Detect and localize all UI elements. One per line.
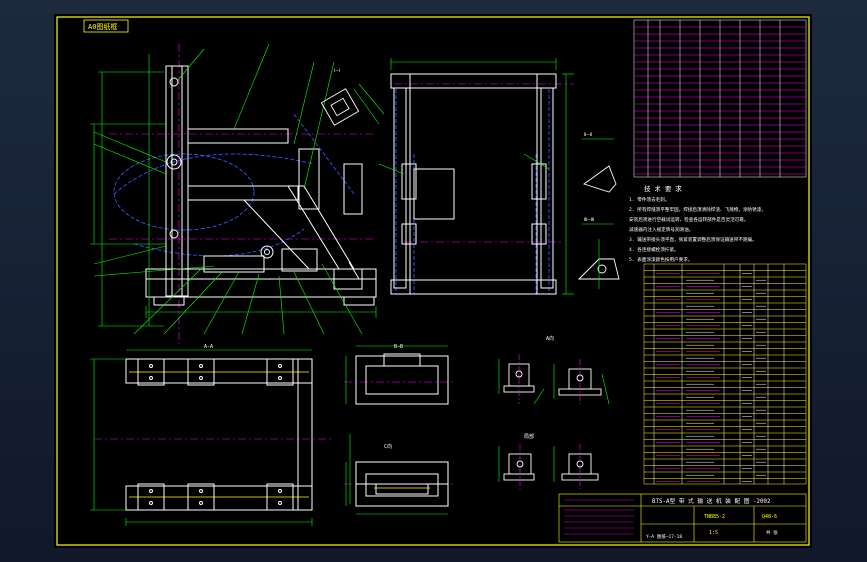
notes-title: 技 术 要 求 (644, 184, 682, 193)
sheet-frame (56, 16, 810, 546)
drawing-sheet: A0图纸框 技 术 要 求 1. 零件须去毛刺。 2. 所有焊缝须平整牢固，焊接… (54, 14, 812, 548)
sheet-tag-label: A0图纸框 (88, 22, 117, 31)
assembly-drawing: A0图纸框 技 术 要 求 1. 零件须去毛刺。 2. 所有焊缝须平整牢固，焊接… (56, 16, 810, 546)
note-line: 3. 输送带接头须平直，张紧装置调整后须保证输送带不跑偏。 (629, 236, 757, 243)
parts-list (643, 263, 807, 485)
material-code: TNB85-2 (704, 514, 725, 520)
view-labels: Ⅰ—Ⅰ Ⅱ—Ⅱ Ⅲ—Ⅲ A-A B-B A向 C向 局部 (204, 68, 594, 450)
technical-notes: 技 术 要 求 1. 零件须去毛刺。 2. 所有焊缝须平整牢固，焊接后须清除焊渣… (629, 184, 766, 263)
section-views (344, 345, 454, 515)
view-label: Ⅱ—Ⅱ (584, 132, 592, 138)
note-line: 减速器内注入规定牌号润滑油。 (629, 226, 693, 233)
note-line: 安装后须进行空载试运转，检查各运转部件是否灵活可靠。 (629, 216, 748, 223)
sheet-label: 共 张 (766, 529, 778, 536)
title-block: BTS-A型 带 式 输 送 机 装 配 图 -2002 TNB85-2 Q48… (558, 493, 807, 543)
scale-label: 1:5 (709, 530, 718, 536)
sheet-tag: A0图纸框 (83, 19, 129, 33)
note-line: 1. 零件须去毛刺。 (629, 196, 669, 203)
view-label: 局部 (524, 433, 534, 440)
view-label: A-A (204, 344, 213, 350)
view-label: Ⅰ—Ⅰ (334, 68, 340, 74)
view-label: C向 (384, 443, 392, 450)
view-label: B-B (394, 344, 403, 350)
cad-viewport[interactable]: A0图纸框 技 术 要 求 1. 零件须去毛刺。 2. 所有焊缝须平整牢固，焊接… (0, 0, 867, 562)
detail-views-right (577, 138, 620, 289)
side-view (378, 58, 574, 295)
view-label: Ⅲ—Ⅲ (584, 217, 594, 223)
note-line: 5. 表面涂漆颜色按用户要求。 (629, 256, 692, 263)
drawing-title: BTS-A型 带 式 输 送 机 装 配 图 -2002 (652, 497, 770, 505)
note-line: 4. 各连接螺栓须拧紧。 (629, 246, 679, 253)
view-label: A向 (546, 335, 554, 342)
drawing-number: Y—A 图纸—17·18 (646, 533, 682, 540)
material-code-alt: Q48-6 (762, 514, 777, 520)
note-line: 2. 所有焊缝须平整牢固，焊接后须清除焊渣、飞溅物，涂防锈漆。 (629, 206, 766, 213)
top-view (90, 349, 334, 526)
part-details (498, 354, 610, 489)
revision-table (633, 19, 807, 178)
front-view (90, 43, 385, 344)
